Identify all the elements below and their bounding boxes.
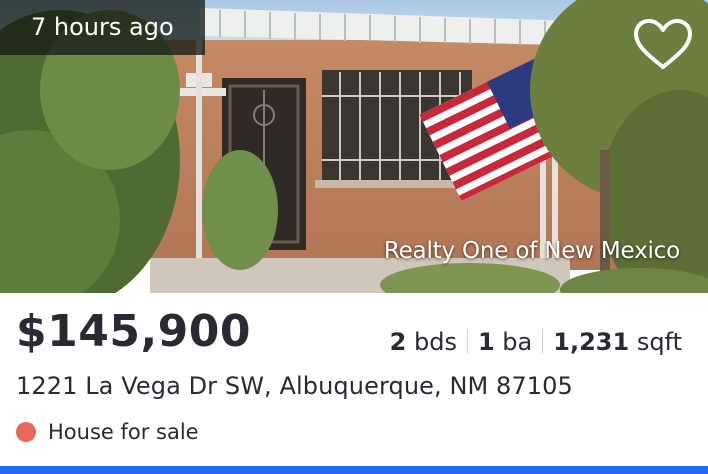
listing-photo[interactable]: 7 hours ago Realty One of New Mexico <box>0 0 708 293</box>
baths-unit: ba <box>502 328 533 356</box>
sqft-value: 1,231 <box>553 328 630 356</box>
listing-price[interactable]: $145,900 <box>16 306 251 357</box>
listing-card[interactable]: 7 hours ago Realty One of New Mexico $14… <box>0 0 708 474</box>
status-label: House for sale <box>48 420 199 444</box>
listing-facts: 2 bds 1 ba 1,231 sqft <box>390 328 682 356</box>
beds-value: 2 <box>389 328 407 356</box>
baths-value: 1 <box>477 328 495 356</box>
listing-age-badge: 7 hours ago <box>0 0 205 55</box>
heart-outline-icon <box>634 19 692 69</box>
brokerage-name: Realty One of New Mexico <box>383 238 680 264</box>
listing-status: House for sale <box>16 420 199 444</box>
status-dot-icon <box>16 422 36 442</box>
facts-divider <box>542 329 544 353</box>
card-bottom-accent-bar <box>0 466 708 474</box>
beds-unit: bds <box>413 328 457 356</box>
favorite-button[interactable] <box>632 18 694 72</box>
sqft-unit: sqft <box>636 328 682 356</box>
facts-divider <box>466 329 468 353</box>
listing-address[interactable]: 1221 La Vega Dr SW, Albuquerque, NM 8710… <box>16 372 573 400</box>
